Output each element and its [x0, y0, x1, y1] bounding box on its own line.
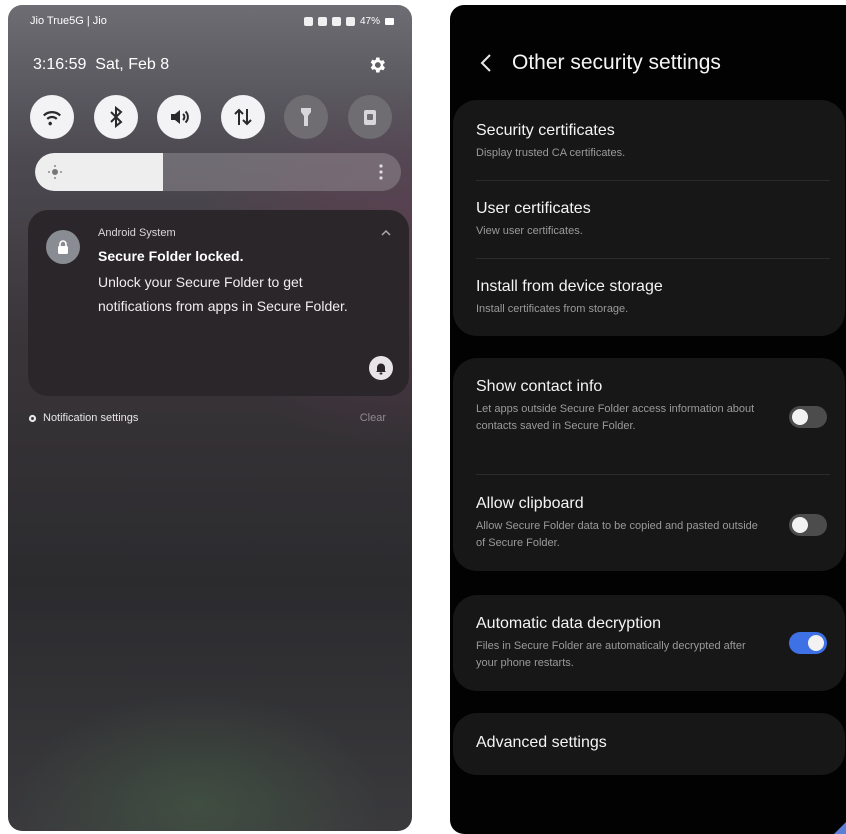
battery-percent: 47%	[359, 15, 380, 27]
bluetooth-icon	[109, 105, 123, 129]
brightness-slider[interactable]	[35, 153, 401, 191]
gear-icon[interactable]	[367, 55, 387, 75]
sound-toggle[interactable]	[157, 95, 202, 139]
lock-toggle[interactable]	[347, 95, 392, 139]
clock-date: Sat, Feb 8	[95, 56, 170, 73]
item-title: Allow clipboard	[476, 495, 584, 512]
page-title: Other security settings	[512, 51, 721, 74]
advanced-settings-item[interactable]: Advanced settings	[476, 734, 607, 752]
notification-status-icon	[317, 16, 327, 26]
divider	[476, 180, 830, 181]
bluetooth-status-icon	[303, 16, 313, 26]
automatic-data-decryption-toggle[interactable]	[789, 632, 827, 654]
notification-body: Unlock your Secure Folder to get notific…	[98, 274, 348, 314]
item-subtitle: Install certificates from storage.	[476, 303, 629, 315]
item-subtitle: Files in Secure Folder are automatically…	[476, 640, 746, 669]
show-contact-info-toggle[interactable]	[789, 406, 827, 428]
user-certificates-item[interactable]: User certificates View user certificates…	[476, 200, 591, 240]
allow-clipboard-toggle[interactable]	[789, 514, 827, 536]
notification-footer: Notification settings Clear	[28, 412, 386, 424]
signal-status-icon	[345, 16, 355, 26]
item-subtitle: Display trusted CA certificates.	[476, 147, 626, 159]
lock-icon	[363, 110, 376, 125]
wifi-status-icon	[331, 16, 341, 26]
certificates-card: Security certificates Display trusted CA…	[453, 100, 845, 336]
quick-settings-row	[30, 95, 392, 139]
clock-time: 3:16:59	[33, 56, 87, 73]
wifi-toggle[interactable]	[30, 95, 74, 139]
allow-clipboard-item[interactable]: Allow clipboard Allow Secure Folder data…	[476, 495, 766, 552]
item-title: User certificates	[476, 200, 591, 217]
item-title: Automatic data decryption	[476, 615, 661, 632]
item-title: Security certificates	[476, 122, 615, 139]
clock-row: 3:16:59 Sat, Feb 8	[33, 55, 387, 75]
divider	[476, 258, 830, 259]
notification-settings-link[interactable]: Notification settings	[28, 412, 138, 424]
divider	[476, 474, 830, 475]
automatic-data-decryption-item[interactable]: Automatic data decryption Files in Secur…	[476, 615, 766, 672]
chevron-up-icon[interactable]	[379, 226, 393, 240]
toggle-knob	[792, 517, 808, 533]
data-transfer-icon	[234, 108, 252, 126]
decryption-card: Automatic data decryption Files in Secur…	[453, 595, 845, 691]
notification-card[interactable]: Android System Secure Folder locked. Unl…	[28, 210, 409, 396]
advanced-card: Advanced settings	[453, 713, 845, 775]
sharing-card: Show contact info Let apps outside Secur…	[453, 358, 845, 571]
status-bar: Jio True5G | Jio 47%	[30, 14, 394, 28]
clear-button[interactable]: Clear	[360, 412, 386, 424]
carrier-label: Jio True5G | Jio	[30, 15, 107, 27]
item-subtitle: Allow Secure Folder data to be copied an…	[476, 520, 758, 549]
bell-icon[interactable]	[369, 356, 393, 380]
item-title: Advanced settings	[476, 734, 607, 751]
status-icons: 47%	[303, 15, 394, 27]
bluetooth-toggle[interactable]	[93, 95, 138, 139]
install-from-storage-item[interactable]: Install from device storage Install cert…	[476, 278, 663, 318]
notification-shade-screen: Jio True5G | Jio 47% 3:16:59 Sat, Feb 8	[8, 5, 412, 831]
show-contact-info-item[interactable]: Show contact info Let apps outside Secur…	[476, 378, 766, 435]
wifi-icon	[43, 110, 61, 126]
gear-small-icon	[28, 414, 37, 422]
item-title: Install from device storage	[476, 278, 663, 295]
security-certificates-item[interactable]: Security certificates Display trusted CA…	[476, 122, 625, 162]
item-subtitle: View user certificates.	[476, 225, 583, 237]
toggle-knob	[792, 409, 808, 425]
flashlight-toggle[interactable]	[284, 95, 329, 139]
flashlight-icon	[301, 108, 312, 126]
sun-icon	[48, 165, 62, 179]
back-arrow-icon[interactable]	[478, 52, 494, 74]
clock-datetime: 3:16:59 Sat, Feb 8	[33, 56, 169, 74]
settings-header: Other security settings	[478, 51, 721, 75]
toggle-knob	[808, 635, 824, 651]
corner-resize-icon	[834, 822, 846, 834]
notification-title: Secure Folder locked.	[98, 248, 244, 264]
volume-icon	[171, 110, 190, 124]
more-options-icon[interactable]	[379, 164, 383, 180]
item-subtitle: Let apps outside Secure Folder access in…	[476, 403, 755, 432]
security-settings-screen: Other security settings Security certifi…	[450, 5, 846, 834]
item-title: Show contact info	[476, 378, 603, 395]
battery-icon	[385, 17, 394, 25]
secure-folder-icon	[46, 230, 80, 264]
notification-app-name: Android System	[98, 227, 176, 239]
mobile-data-toggle[interactable]	[220, 95, 265, 139]
notification-settings-label: Notification settings	[43, 412, 139, 424]
